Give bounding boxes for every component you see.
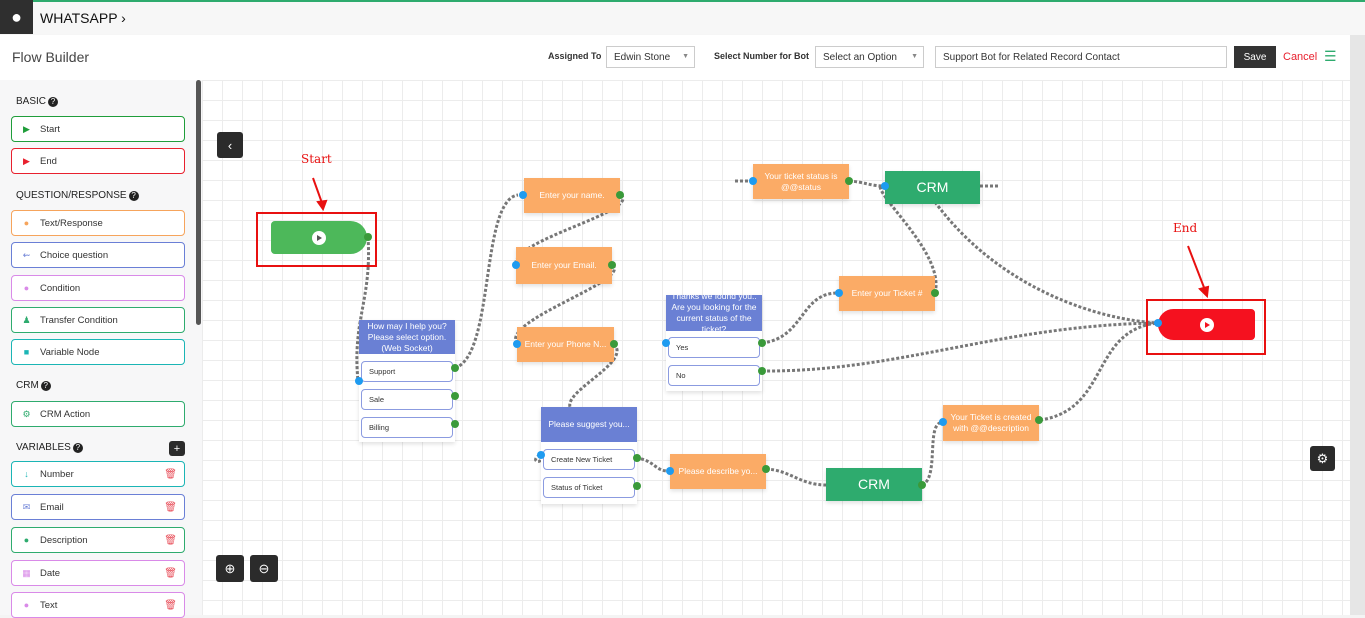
output-port[interactable] (931, 289, 939, 297)
output-port[interactable] (451, 420, 459, 428)
node-ticket-status[interactable]: Your ticket status is @@status (753, 164, 849, 199)
choice-option[interactable]: Billing (361, 417, 453, 438)
output-port[interactable] (364, 233, 372, 241)
input-port[interactable] (662, 339, 670, 347)
output-port[interactable] (610, 340, 618, 348)
node-enter-name[interactable]: Enter your name. (524, 178, 620, 213)
input-port[interactable] (881, 182, 889, 190)
input-port[interactable] (512, 261, 520, 269)
choice-option[interactable]: Yes (668, 337, 760, 358)
end-arrowhead (1198, 285, 1210, 299)
end-annotation: End (1173, 221, 1198, 235)
output-port[interactable] (762, 465, 770, 473)
connector (454, 193, 519, 370)
node-ticket-created[interactable]: Your Ticket is created with @@descriptio… (943, 405, 1039, 441)
choice-option[interactable]: Create New Ticket (543, 449, 635, 470)
settings-button[interactable]: ⚙ (1310, 446, 1335, 471)
node-help-choice[interactable]: How may I help you? Please select option… (359, 320, 455, 442)
play-icon (312, 230, 326, 245)
connector (933, 201, 1159, 325)
output-port[interactable] (845, 177, 853, 185)
choice-header: How may I help you? Please select option… (359, 320, 455, 354)
start-arrow (312, 177, 323, 204)
node-crm-bottom[interactable]: CRM (826, 468, 922, 501)
connector (921, 420, 944, 487)
input-port[interactable] (513, 340, 521, 348)
node-enter-email[interactable]: Enter your Email. (516, 247, 612, 284)
input-port[interactable] (835, 289, 843, 297)
zoom-out-icon: ⊖ (258, 560, 270, 576)
output-port[interactable] (608, 261, 616, 269)
chevron-left-icon: ‹ (227, 137, 233, 153)
output-port[interactable] (758, 367, 766, 375)
zoom-in-button[interactable]: ⊕ (216, 555, 244, 582)
input-port[interactable] (355, 377, 363, 385)
collapse-sidebar-button[interactable]: ‹ (217, 132, 243, 158)
output-port[interactable] (451, 392, 459, 400)
input-port[interactable] (519, 191, 527, 199)
choice-option[interactable]: Sale (361, 389, 453, 410)
zoom-out-button[interactable]: ⊖ (250, 555, 278, 582)
end-node[interactable] (1158, 309, 1255, 340)
play-icon (1199, 317, 1214, 332)
gear-icon: ⚙ (1316, 450, 1329, 466)
connector (761, 291, 840, 345)
choice-header: Thanks we found you.. Are you looking fo… (666, 295, 762, 331)
node-suggest-choice[interactable]: Please suggest you... Create New Ticket … (541, 407, 637, 504)
connector (765, 467, 827, 487)
output-port[interactable] (451, 364, 459, 372)
choice-option[interactable]: Status of Ticket (543, 477, 635, 498)
connector (1039, 321, 1159, 422)
connector (635, 456, 671, 473)
node-thanks-choice[interactable]: Thanks we found you.. Are you looking fo… (666, 295, 762, 391)
input-port[interactable] (666, 467, 674, 475)
end-arrow (1187, 245, 1206, 291)
node-enter-phone[interactable]: Enter your Phone N... (517, 327, 614, 362)
connector (761, 321, 1159, 373)
start-annotation: Start (301, 152, 332, 166)
output-port[interactable] (758, 339, 766, 347)
node-enter-ticket-number[interactable]: Enter your Ticket # (839, 276, 935, 311)
connector (848, 179, 886, 188)
start-node[interactable] (271, 221, 367, 254)
zoom-in-icon: ⊕ (224, 560, 236, 576)
choice-option[interactable]: Support (361, 361, 453, 382)
choice-header: Please suggest you... (541, 407, 637, 442)
input-port[interactable] (1154, 319, 1162, 327)
input-port[interactable] (939, 418, 947, 426)
start-arrowhead (316, 199, 328, 212)
node-crm-top[interactable]: CRM (885, 171, 980, 204)
output-port[interactable] (1035, 416, 1043, 424)
input-port[interactable] (537, 451, 545, 459)
output-port[interactable] (633, 482, 641, 490)
output-port[interactable] (616, 191, 624, 199)
node-describe[interactable]: Please describe yo... (670, 454, 766, 489)
choice-option[interactable]: No (668, 365, 760, 386)
output-port[interactable] (918, 481, 926, 489)
input-port[interactable] (749, 177, 757, 185)
output-port[interactable] (633, 454, 641, 462)
